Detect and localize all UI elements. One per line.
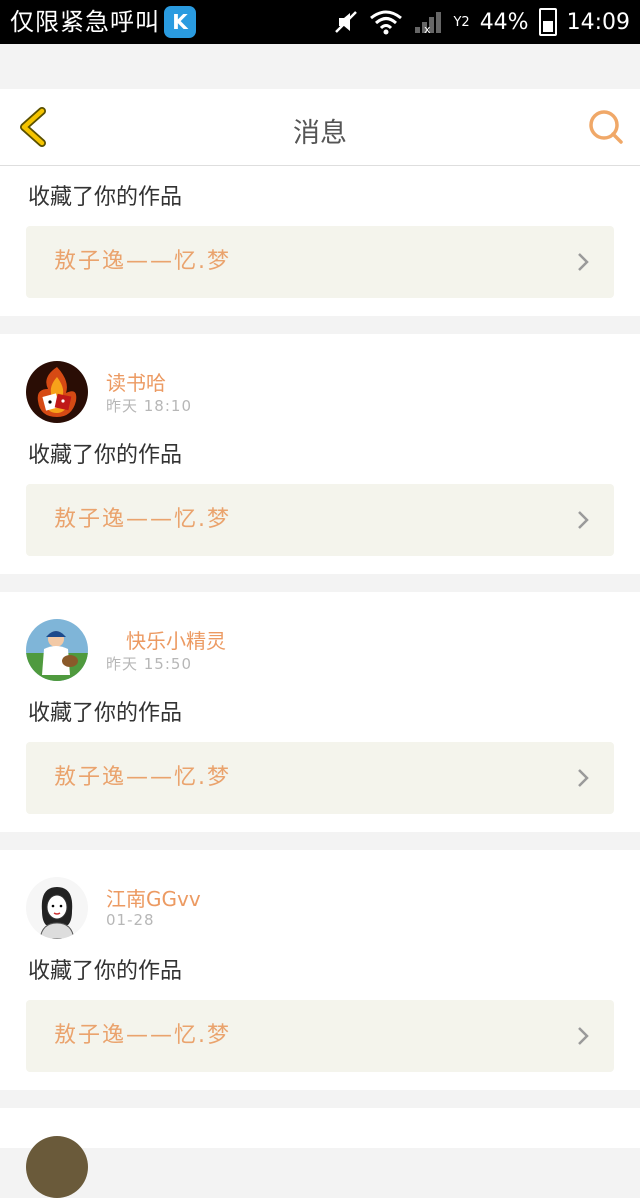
signal-bars-icon: x xyxy=(415,12,442,35)
mute-icon xyxy=(335,11,358,33)
navigation-bar: 消息 xyxy=(0,89,640,166)
username[interactable]: 读书哈 xyxy=(106,367,166,396)
work-title: 敖子逸——忆.梦 xyxy=(54,765,231,790)
timestamp: 昨天 15:50 xyxy=(106,655,192,673)
work-link[interactable]: 敖子逸——忆.梦 xyxy=(26,1000,614,1072)
action-text: 收藏了你的作品 xyxy=(28,959,183,984)
status-icons: x Y2 44% 14:09 xyxy=(333,6,630,38)
signal-label: Y2 xyxy=(453,14,470,30)
message-item: 江南GGvv 01-28 收藏了你的作品 敖子逸——忆.梦 xyxy=(0,850,640,1090)
battery-percent: 44% xyxy=(479,9,529,35)
message-header: 读书哈 昨天 18:10 xyxy=(0,334,640,434)
message-header: 江南GGvv 01-28 xyxy=(0,850,640,950)
page-title: 消息 xyxy=(293,118,347,149)
message-item: 读书哈 昨天 18:10 收藏了你的作品 敖子逸——忆.梦 xyxy=(0,334,640,574)
action-text: 收藏了你的作品 xyxy=(28,443,183,468)
message-header: 快乐小精灵 昨天 15:50 xyxy=(0,592,640,692)
chevron-right-icon xyxy=(578,769,589,787)
avatar[interactable] xyxy=(26,361,88,423)
work-link[interactable]: 敖子逸——忆.梦 xyxy=(26,484,614,556)
work-link[interactable]: 敖子逸——忆.梦 xyxy=(26,226,614,298)
top-spacer xyxy=(0,44,640,89)
work-title: 敖子逸——忆.梦 xyxy=(54,249,231,274)
action-text: 收藏了你的作品 xyxy=(28,185,183,210)
message-item: 收藏了你的作品 敖子逸——忆.梦 xyxy=(0,166,640,316)
avatar[interactable] xyxy=(26,1136,88,1198)
work-link[interactable]: 敖子逸——忆.梦 xyxy=(26,742,614,814)
clock: 14:09 xyxy=(566,9,630,35)
chevron-right-icon xyxy=(578,1027,589,1045)
message-item: 快乐小精灵 昨天 15:50 收藏了你的作品 敖子逸——忆.梦 xyxy=(0,592,640,832)
timestamp: 01-28 xyxy=(106,911,155,929)
avatar[interactable] xyxy=(26,619,88,681)
username[interactable]: 江南GGvv xyxy=(106,883,201,912)
k-app-icon: K xyxy=(164,6,196,38)
chevron-right-icon xyxy=(578,253,589,271)
avatar[interactable] xyxy=(26,877,88,939)
action-text: 收藏了你的作品 xyxy=(28,701,183,726)
message-list: 收藏了你的作品 敖子逸——忆.梦 读书哈 昨天 18:10 收藏了你的作品 敖子… xyxy=(0,166,640,1198)
battery-icon xyxy=(538,8,557,36)
timestamp: 昨天 18:10 xyxy=(106,397,192,415)
message-item-partial xyxy=(0,1108,640,1198)
work-title: 敖子逸——忆.梦 xyxy=(54,507,231,532)
carrier-text: 仅限紧急呼叫 xyxy=(10,8,160,36)
work-title: 敖子逸——忆.梦 xyxy=(54,1023,231,1048)
status-bar: 仅限紧急呼叫 K x Y2 44% 14:09 xyxy=(0,0,640,44)
wifi-icon xyxy=(370,10,403,35)
username[interactable]: 快乐小精灵 xyxy=(126,625,226,654)
chevron-right-icon xyxy=(578,511,589,529)
svg-text:x: x xyxy=(424,23,431,35)
search-icon[interactable] xyxy=(588,109,624,145)
